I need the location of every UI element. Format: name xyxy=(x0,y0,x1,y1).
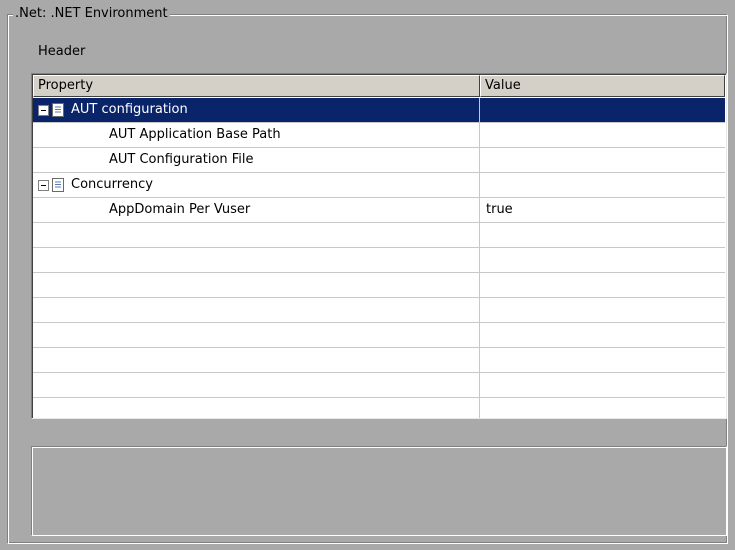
property-cell[interactable]: AUT Application Base Path xyxy=(33,123,480,147)
description-box xyxy=(31,446,727,536)
empty-row xyxy=(33,248,725,273)
empty-row xyxy=(33,273,725,298)
groupbox-title: .Net: .NET Environment xyxy=(13,6,170,22)
empty-row xyxy=(33,398,725,418)
collapse-icon[interactable] xyxy=(38,104,49,116)
grid-row-concurrency[interactable]: Concurrency xyxy=(33,173,725,198)
grid-row-aut-configuration-file[interactable]: AUT Configuration File xyxy=(33,148,725,173)
grid-row-aut-configuration[interactable]: AUT configuration xyxy=(33,98,725,123)
page-icon xyxy=(52,103,64,117)
property-label: AUT configuration xyxy=(68,100,191,120)
property-grid[interactable]: Property Value AUT configuration AUT App… xyxy=(31,73,727,419)
value-cell[interactable] xyxy=(480,98,725,122)
property-label: AUT Configuration File xyxy=(109,152,254,167)
empty-row xyxy=(33,373,725,398)
empty-row xyxy=(33,348,725,373)
header-label: Header xyxy=(38,44,86,59)
page-icon xyxy=(52,178,64,192)
value-cell[interactable] xyxy=(480,148,725,172)
value-cell[interactable]: true xyxy=(480,198,725,222)
property-label: AUT Application Base Path xyxy=(109,127,281,142)
grid-row-aut-application-base-path[interactable]: AUT Application Base Path xyxy=(33,123,725,148)
column-header-value[interactable]: Value xyxy=(480,75,725,97)
property-cell[interactable]: Concurrency xyxy=(33,173,480,197)
property-cell[interactable]: AUT Configuration File xyxy=(33,148,480,172)
empty-row xyxy=(33,298,725,323)
property-cell[interactable]: AppDomain Per Vuser xyxy=(33,198,480,222)
column-header-property[interactable]: Property xyxy=(33,75,480,97)
grid-rows: AUT configuration AUT Application Base P… xyxy=(33,98,725,418)
value-cell[interactable] xyxy=(480,173,725,197)
empty-row xyxy=(33,223,725,248)
collapse-icon[interactable] xyxy=(38,179,49,191)
empty-row xyxy=(33,323,725,348)
value-cell[interactable] xyxy=(480,123,725,147)
grid-header: Property Value xyxy=(33,75,725,97)
property-cell[interactable]: AUT configuration xyxy=(33,98,480,122)
property-label: Concurrency xyxy=(71,177,153,192)
property-label: AppDomain Per Vuser xyxy=(109,202,251,217)
grid-row-appdomain-per-vuser[interactable]: AppDomain Per Vuser true xyxy=(33,198,725,223)
